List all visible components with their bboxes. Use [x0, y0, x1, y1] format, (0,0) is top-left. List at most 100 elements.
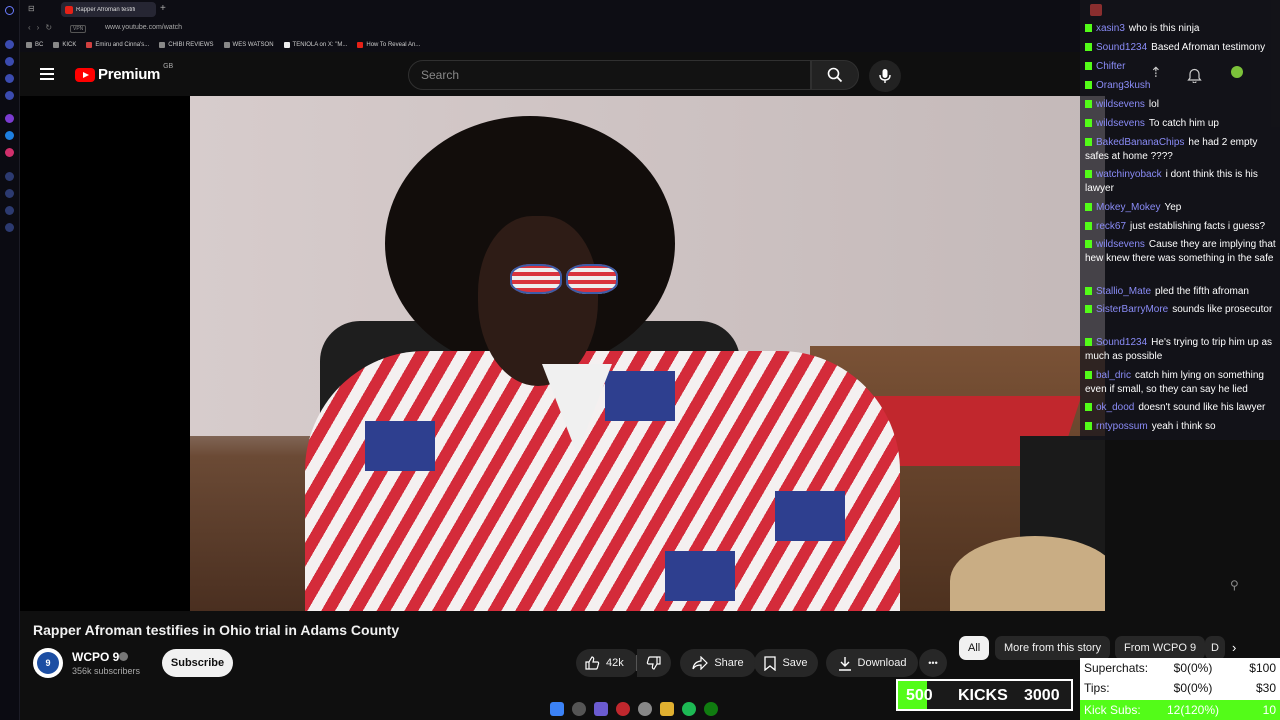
- download-icon: [838, 656, 851, 671]
- account-avatar[interactable]: [1231, 66, 1243, 78]
- flag-sunglasses: [510, 264, 618, 294]
- search-button[interactable]: [811, 60, 859, 90]
- chip-truncated[interactable]: D: [1205, 636, 1225, 660]
- bookmark[interactable]: Emiru and Cinna's...: [86, 42, 149, 48]
- flag-suit: [305, 351, 900, 611]
- search-icon[interactable]: [572, 702, 586, 716]
- vpn-badge[interactable]: VPN: [70, 25, 87, 33]
- kick-badge-icon: [1085, 338, 1092, 346]
- url-field[interactable]: www.youtube.com/watch: [105, 24, 182, 31]
- streamer-avatar: [1090, 4, 1102, 16]
- messenger-icon[interactable]: [5, 131, 14, 140]
- bookmark[interactable]: TENIOLA on X: "M...: [283, 42, 347, 48]
- tips-row: Tips: $0(0%) $30: [1084, 681, 1276, 695]
- player-overlay-icon[interactable]: ⚲: [1230, 578, 1239, 592]
- share-button[interactable]: Share: [680, 649, 756, 677]
- bookmark[interactable]: WES WATSON: [223, 42, 274, 48]
- instagram-icon[interactable]: [5, 148, 14, 157]
- chat-message: ok_dood doesn't sound like his lawyer: [1085, 401, 1277, 415]
- like-button[interactable]: 42k: [576, 649, 638, 677]
- kick-goal-label: KICKS: [958, 687, 1008, 704]
- stream-stats: Superchats: $0(0%) $100 Tips: $0(0%) $30…: [1080, 658, 1280, 720]
- chat-message: Sound1234 He's trying to trip him up as m…: [1085, 337, 1273, 362]
- kick-badge-icon: [1085, 203, 1092, 211]
- windows-start-icon[interactable]: [550, 702, 564, 716]
- bookmark[interactable]: CHIBI REVIEWS: [159, 42, 214, 48]
- nav-buttons[interactable]: ‹›↻: [28, 23, 58, 32]
- opera-icon[interactable]: [616, 702, 630, 716]
- youtube-favicon-icon: [65, 5, 73, 14]
- kick-goal-bar: 500 KICKS 3000: [896, 679, 1073, 711]
- kick-badge-icon: [1085, 403, 1092, 411]
- x-icon: [283, 42, 290, 48]
- tab-menu-icon[interactable]: ⊟: [28, 4, 35, 13]
- save-button[interactable]: Save: [754, 649, 818, 677]
- spotify-icon[interactable]: [682, 702, 696, 716]
- subscribe-button[interactable]: Subscribe: [162, 649, 233, 677]
- bookmarks-bar: BC KICK Emiru and Cinna's... CHIBI REVIE…: [20, 38, 1080, 52]
- screen: ⊟ Rapper Afroman testifi + ‹›↻ VPN www.y…: [0, 0, 1280, 720]
- search-placeholder: Search: [421, 68, 460, 82]
- chat-message: wildsevens To catch him up: [1085, 117, 1277, 131]
- kick-badge-icon: [1085, 170, 1092, 178]
- microphone-icon: [879, 69, 891, 83]
- youtube-logo[interactable]: Premium GB: [75, 63, 173, 83]
- sidebar-app-icon[interactable]: [5, 40, 14, 49]
- chip-more-from-story[interactable]: More from this story: [995, 636, 1111, 660]
- bell-icon[interactable]: [1187, 67, 1202, 83]
- browser-icon[interactable]: [638, 702, 652, 716]
- kick-badge-icon: [1085, 81, 1092, 89]
- taskbar: [550, 698, 730, 720]
- channel-avatar[interactable]: 9: [33, 648, 63, 678]
- kick-badge-icon: [1085, 422, 1092, 430]
- bookmark-icon: [764, 655, 777, 671]
- more-actions-button[interactable]: •••: [919, 649, 947, 677]
- chevron-right-icon[interactable]: ›: [1232, 640, 1236, 655]
- sidebar-app-icon[interactable]: [5, 74, 14, 83]
- bookmark[interactable]: BC: [26, 42, 43, 48]
- kick-subs-row: Kick Subs: 12(120%) 10: [1084, 703, 1276, 717]
- chat-message: Stallio_Mate pled the fifth afroman: [1085, 285, 1277, 299]
- kick-badge-icon: [1085, 287, 1092, 295]
- bookmark[interactable]: How To Reveal An...: [357, 42, 420, 48]
- download-button[interactable]: Download: [826, 649, 918, 677]
- kick-badge-icon: [1085, 100, 1092, 108]
- folder-icon: [159, 42, 166, 48]
- video-player[interactable]: [20, 96, 1105, 611]
- voice-search-button[interactable]: [869, 60, 901, 92]
- tab-youtube[interactable]: Rapper Afroman testifi: [61, 2, 156, 17]
- search-input[interactable]: Search: [408, 60, 811, 90]
- twitch-icon[interactable]: [5, 114, 14, 123]
- kick-badge-icon: [1085, 305, 1092, 313]
- chat-message: Mokey_Mokey Yep: [1085, 201, 1277, 215]
- chip-from-channel[interactable]: From WCPO 9: [1115, 636, 1206, 660]
- kick-badge-icon: [1085, 371, 1092, 379]
- sidebar-app-icon[interactable]: [5, 206, 14, 215]
- kick-badge-icon: [1085, 62, 1092, 70]
- sidebar-app-icon[interactable]: [5, 189, 14, 198]
- new-tab-icon[interactable]: +: [160, 3, 166, 14]
- bookmark[interactable]: KICK: [53, 42, 76, 48]
- upload-icon[interactable]: ⇡: [1150, 64, 1162, 81]
- chat-message: xasin3 who is this ninja: [1085, 22, 1277, 36]
- chip-all[interactable]: All: [959, 636, 990, 660]
- kick-goal-current: 500: [906, 687, 933, 704]
- file-explorer-icon[interactable]: [660, 702, 674, 716]
- folder-icon: [26, 42, 32, 48]
- sidebar-app-icon[interactable]: [5, 57, 14, 66]
- tab-title: Rapper Afroman testifi: [76, 6, 136, 13]
- xbox-icon[interactable]: [704, 702, 718, 716]
- sidebar-app-icon[interactable]: [5, 91, 14, 100]
- discord-icon[interactable]: [594, 702, 608, 716]
- logo-text: Premium: [98, 66, 161, 83]
- folder-icon: [53, 42, 60, 48]
- chat-message: wildsevens Cause they are implying that h…: [1085, 239, 1276, 264]
- site-icon: [86, 42, 93, 48]
- settings-icon[interactable]: [5, 223, 14, 232]
- dislike-button[interactable]: [637, 649, 671, 677]
- menu-icon[interactable]: [40, 68, 54, 80]
- opera-logo-icon[interactable]: [5, 6, 14, 15]
- channel-name[interactable]: WCPO 9: [72, 650, 119, 664]
- kick-badge-icon: [1085, 138, 1092, 146]
- sidebar-app-icon[interactable]: [5, 172, 14, 181]
